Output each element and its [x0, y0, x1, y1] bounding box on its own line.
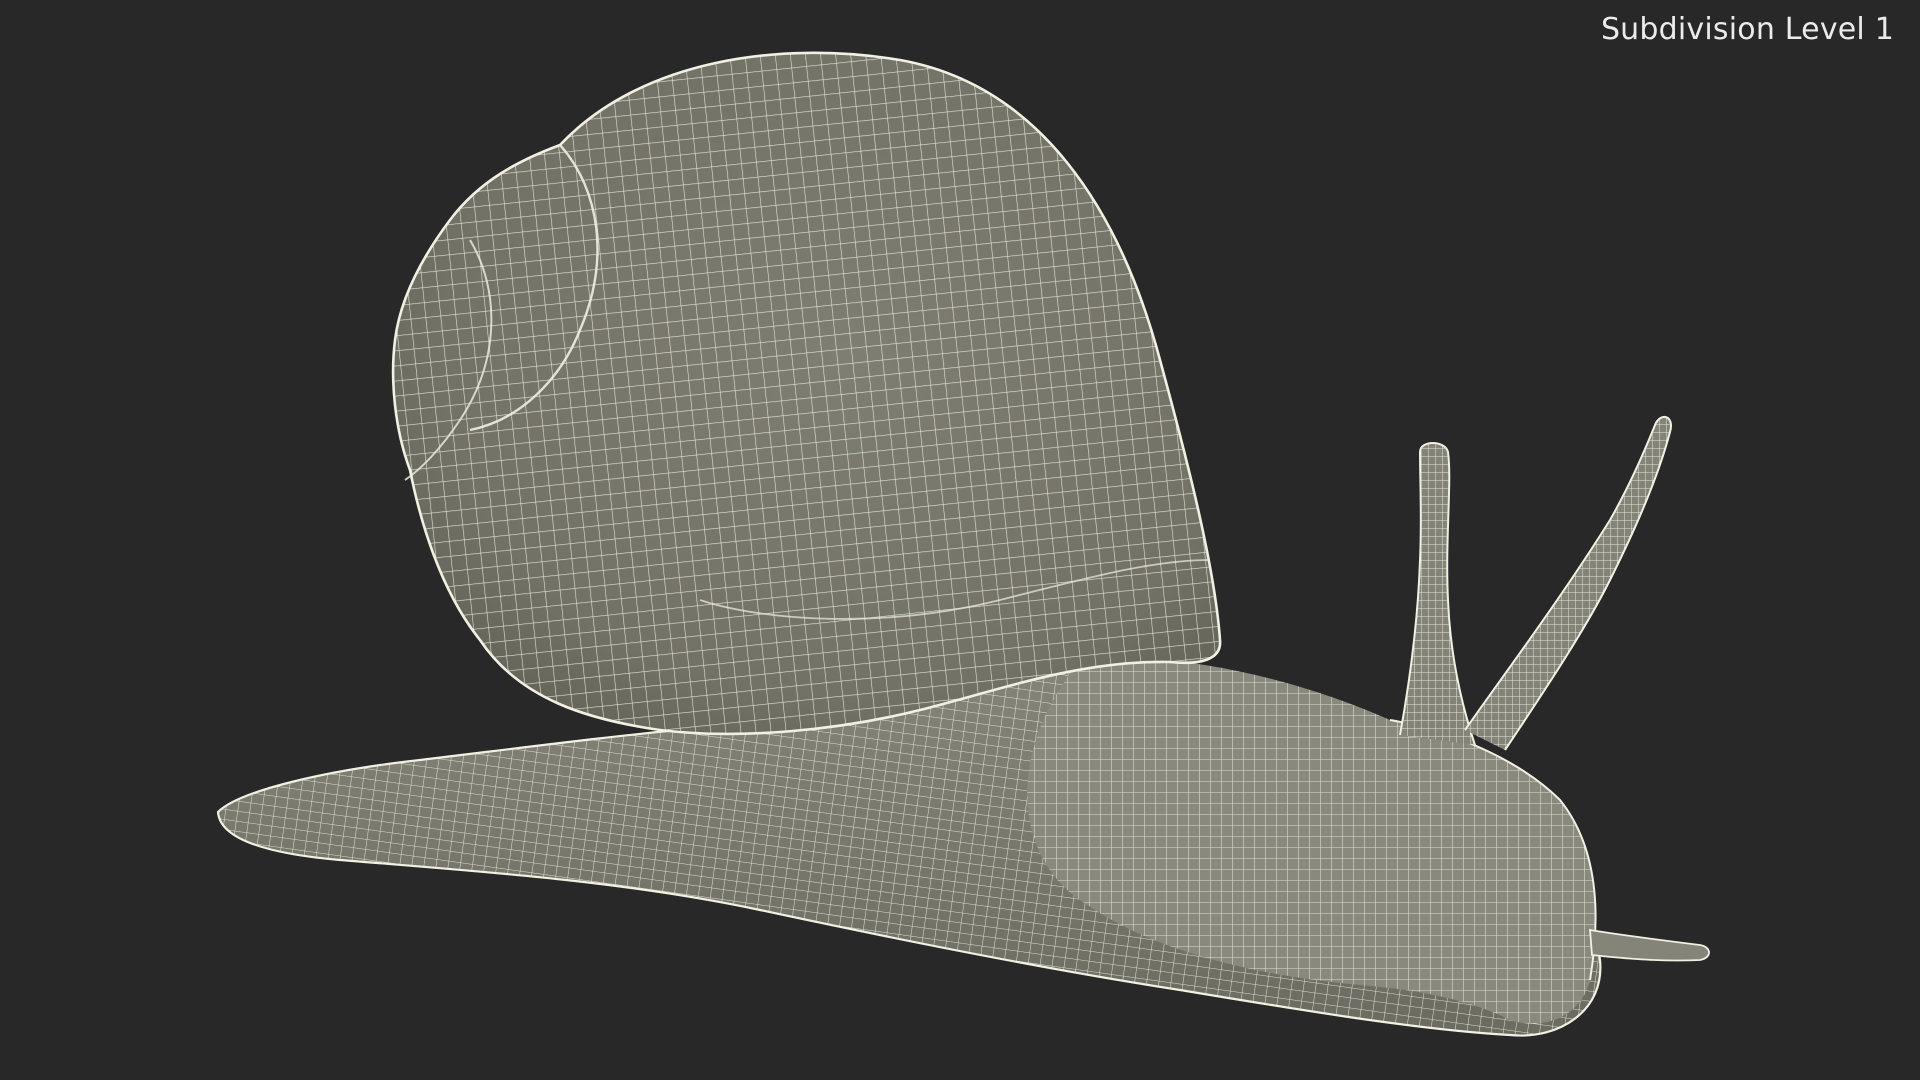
lower-feeler: [1589, 928, 1710, 962]
left-tentacle: [1399, 442, 1476, 746]
snail-wireframe-model: [216, 51, 1710, 1037]
right-tentacle: [1464, 416, 1672, 751]
3d-viewport[interactable]: Subdivision Level 1: [0, 0, 1920, 1080]
subdivision-level-label: Subdivision Level 1: [1600, 12, 1894, 47]
snail-shell: [391, 51, 1222, 736]
